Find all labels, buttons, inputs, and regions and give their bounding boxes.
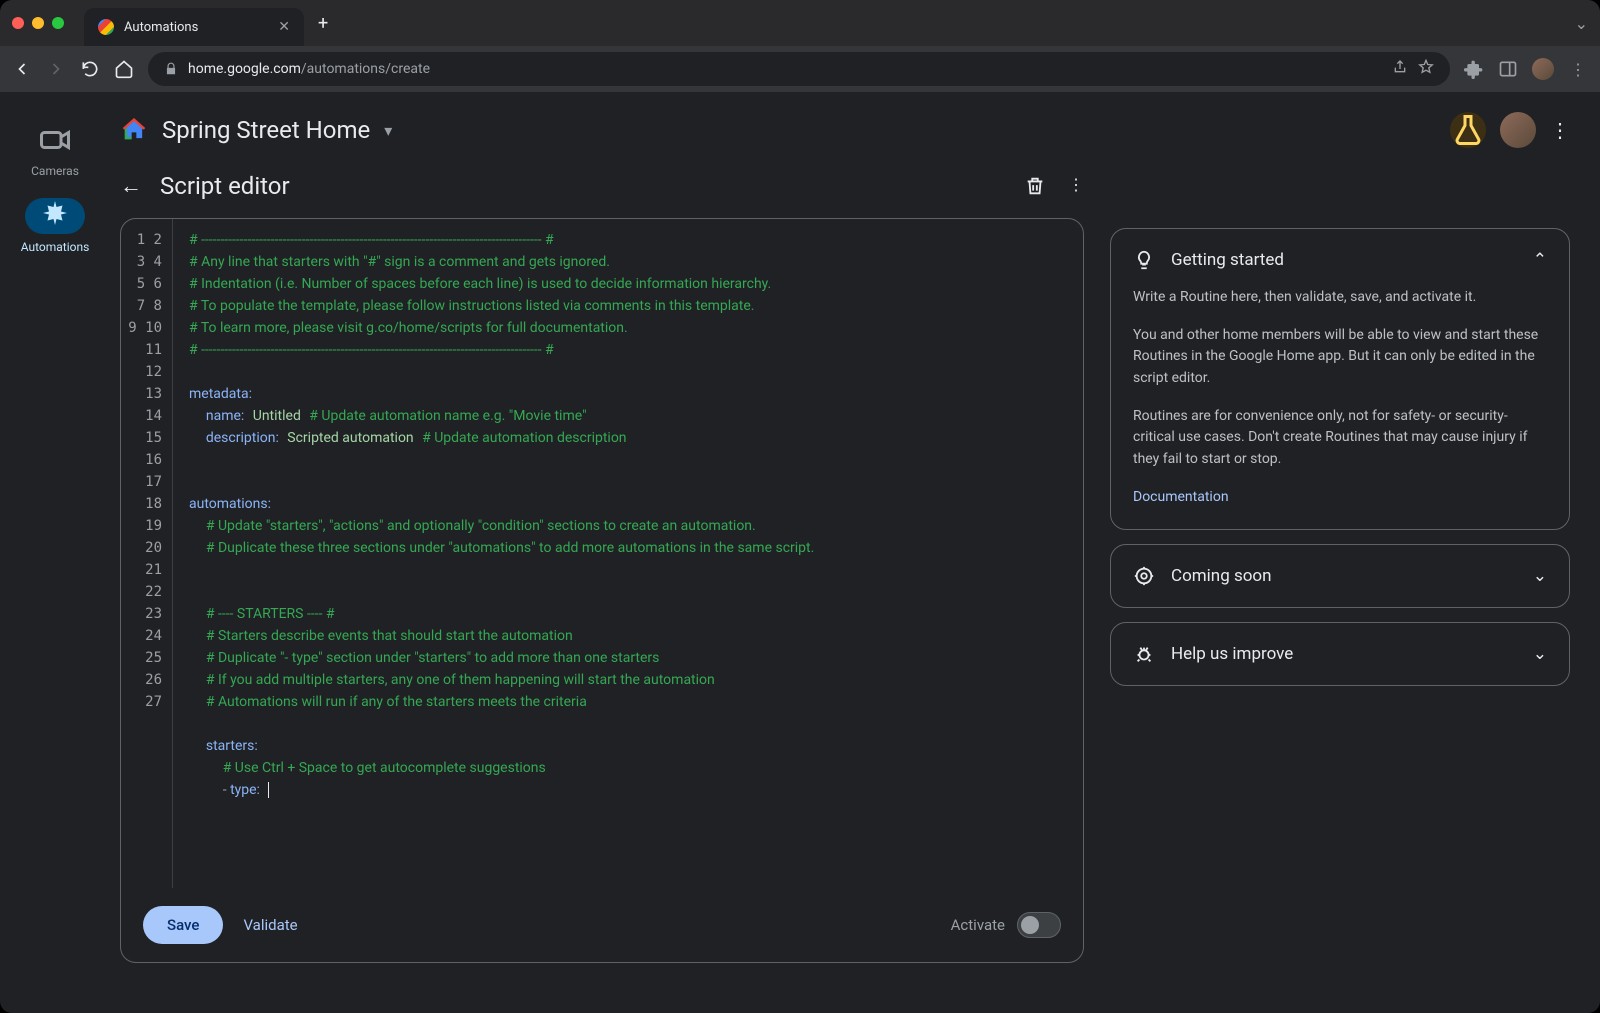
address-bar[interactable]: home.google.com/automations/create <box>148 52 1450 86</box>
chevron-down-icon[interactable]: ⌄ <box>1533 566 1547 586</box>
lock-icon <box>164 62 178 76</box>
editor-title: Script editor <box>160 172 290 200</box>
profile-avatar[interactable] <box>1532 58 1554 80</box>
app-menu-icon[interactable]: ⋮ <box>1550 118 1570 142</box>
window-close[interactable] <box>12 17 24 29</box>
bookmark-star-icon[interactable] <box>1418 59 1434 79</box>
extensions-icon[interactable] <box>1464 59 1484 79</box>
validate-button[interactable]: Validate <box>243 916 297 934</box>
documentation-link[interactable]: Documentation <box>1133 487 1547 509</box>
tab-title: Automations <box>124 20 268 35</box>
panel-text: Write a Routine here, then validate, sav… <box>1133 287 1547 309</box>
tabs-dropdown-icon[interactable]: ⌄ <box>1575 14 1588 33</box>
browser-tab[interactable]: Automations ✕ <box>84 8 304 46</box>
panel-title: Help us improve <box>1171 644 1293 664</box>
activate-toggle[interactable] <box>1017 912 1061 938</box>
sidebar-item-automations[interactable]: Automations <box>15 198 95 254</box>
window-zoom[interactable] <box>52 17 64 29</box>
share-icon[interactable] <box>1392 59 1408 79</box>
panel-text: Routines are for convenience only, not f… <box>1133 406 1547 471</box>
browser-menu-icon[interactable]: ⋮ <box>1568 59 1588 79</box>
sidebar-label: Cameras <box>31 164 79 178</box>
panel-header[interactable]: Help us improve ⌄ <box>1133 643 1547 665</box>
panel-title: Getting started <box>1171 250 1284 270</box>
line-gutter: 1 2 3 4 5 6 7 8 9 10 11 12 13 14 15 16 1… <box>121 219 173 888</box>
home-icon[interactable] <box>114 59 134 79</box>
home-dropdown-icon[interactable]: ▾ <box>384 121 392 140</box>
activate-label: Activate <box>951 916 1005 934</box>
back-icon[interactable] <box>12 59 32 79</box>
save-button[interactable]: Save <box>143 906 223 944</box>
app-sidebar: Cameras Automations <box>0 92 110 1013</box>
back-arrow-icon[interactable]: ← <box>120 173 142 199</box>
labs-icon[interactable] <box>1450 112 1486 148</box>
chevron-up-icon[interactable]: ⌃ <box>1533 250 1547 270</box>
panel-header[interactable]: Getting started ⌃ <box>1133 249 1547 271</box>
forward-icon[interactable] <box>46 59 66 79</box>
delete-icon[interactable] <box>1024 175 1046 197</box>
home-name[interactable]: Spring Street Home <box>162 116 370 144</box>
code-editor[interactable]: 1 2 3 4 5 6 7 8 9 10 11 12 13 14 15 16 1… <box>120 218 1084 963</box>
panel-help-improve: Help us improve ⌄ <box>1110 622 1570 686</box>
editor-menu-icon[interactable]: ⋮ <box>1068 175 1084 197</box>
sidebar-item-cameras[interactable]: Cameras <box>15 122 95 178</box>
window-minimize[interactable] <box>32 17 44 29</box>
side-panel-icon[interactable] <box>1498 59 1518 79</box>
google-home-logo <box>120 116 148 144</box>
code-content[interactable]: # --------------------------------------… <box>173 219 1083 888</box>
tab-favicon <box>98 19 114 35</box>
badge-icon <box>1133 565 1155 587</box>
url-text: home.google.com/automations/create <box>188 61 430 77</box>
bug-icon <box>1133 643 1155 665</box>
account-avatar[interactable] <box>1500 112 1536 148</box>
panel-title: Coming soon <box>1171 566 1272 586</box>
chevron-down-icon[interactable]: ⌄ <box>1533 644 1547 664</box>
lightbulb-icon <box>1133 249 1155 271</box>
reload-icon[interactable] <box>80 59 100 79</box>
panel-header[interactable]: Coming soon ⌄ <box>1133 565 1547 587</box>
panel-text: You and other home members will be able … <box>1133 325 1547 390</box>
panel-getting-started: Getting started ⌃ Write a Routine here, … <box>1110 228 1570 530</box>
new-tab-button[interactable]: + <box>318 13 328 34</box>
panel-coming-soon: Coming soon ⌄ <box>1110 544 1570 608</box>
sidebar-label: Automations <box>21 240 90 254</box>
tab-close[interactable]: ✕ <box>278 19 290 35</box>
